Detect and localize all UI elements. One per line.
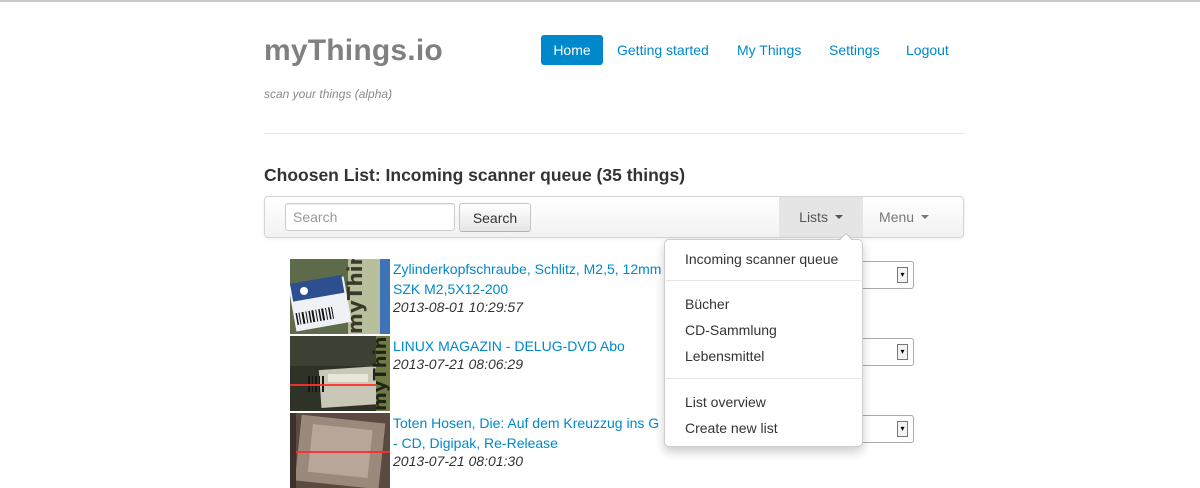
dropdown-item-list-overview[interactable]: List overview xyxy=(685,392,766,412)
dropdown-item-buecher[interactable]: Bücher xyxy=(685,294,729,314)
thumbnail-watermark: myThing xyxy=(370,336,390,411)
lists-dropdown-toggle[interactable]: Lists xyxy=(779,197,863,237)
dropdown-item-create-new-list[interactable]: Create new list xyxy=(685,418,778,438)
item-timestamp: 2013-08-01 10:29:57 xyxy=(393,299,523,315)
item-list-select[interactable]: ▾ xyxy=(858,415,914,443)
caret-down-icon xyxy=(920,215,929,220)
item-list-select[interactable]: ▾ xyxy=(858,338,914,366)
item-title-line: Toten Hosen, Die: Auf dem Kreuzzug ins G xyxy=(393,415,660,431)
item-thumbnail[interactable]: myThing xyxy=(290,259,390,334)
item-title-line: - CD, Digipak, Re-Release xyxy=(393,435,558,451)
brand-tagline: scan your things (alpha) xyxy=(264,87,393,101)
item-title-link[interactable]: Zylinderkopfschraube, Schlitz, M2,5, 12m… xyxy=(393,259,663,299)
search-button[interactable]: Search xyxy=(459,203,531,232)
item-thumbnail[interactable]: myThing xyxy=(290,336,390,411)
nav-my-things[interactable]: My Things xyxy=(737,35,801,65)
item-timestamp: 2013-07-21 08:06:29 xyxy=(393,356,523,372)
dropdown-item-lebensmittel[interactable]: Lebensmittel xyxy=(685,346,764,366)
item-title-link[interactable]: Toten Hosen, Die: Auf dem Kreuzzug ins G… xyxy=(393,413,663,453)
dropdown-divider xyxy=(666,280,861,281)
item-thumbnail[interactable] xyxy=(290,413,390,488)
dropdown-item-cd-sammlung[interactable]: CD-Sammlung xyxy=(685,320,777,340)
nav-settings[interactable]: Settings xyxy=(829,35,880,65)
brand-title[interactable]: myThings.io xyxy=(264,34,443,68)
header-divider xyxy=(264,133,964,134)
nav-home[interactable]: Home xyxy=(541,35,603,65)
window-top-border xyxy=(0,0,1200,2)
dropdown-divider xyxy=(666,378,861,379)
list-toolbar: Search Lists Menu xyxy=(264,196,964,238)
page-title: Choosen List: Incoming scanner queue (35… xyxy=(264,165,686,185)
select-arrow-icon: ▾ xyxy=(897,267,908,283)
dropdown-item-incoming-scanner-queue[interactable]: Incoming scanner queue xyxy=(685,249,838,269)
select-arrow-icon: ▾ xyxy=(897,421,908,437)
item-title-link[interactable]: LINUX MAGAZIN - DELUG-DVD Abo xyxy=(393,336,663,356)
item-list-select[interactable]: ▾ xyxy=(858,261,914,289)
nav-getting-started[interactable]: Getting started xyxy=(617,35,709,65)
nav-logout[interactable]: Logout xyxy=(906,35,949,65)
item-timestamp: 2013-07-21 08:01:30 xyxy=(393,453,523,469)
select-arrow-icon: ▾ xyxy=(897,344,908,360)
thumbnail-watermark: myThing xyxy=(343,259,367,334)
menu-dropdown-toggle[interactable]: Menu xyxy=(863,197,945,237)
item-title-line: SZK M2,5X12-200 xyxy=(393,281,509,297)
item-title-line: Zylinderkopfschraube, Schlitz, M2,5, 12m… xyxy=(393,261,662,277)
menu-label: Menu xyxy=(879,209,915,225)
lists-label: Lists xyxy=(799,209,828,225)
search-input[interactable] xyxy=(285,203,455,231)
caret-down-icon xyxy=(834,215,843,220)
lists-dropdown-menu: Incoming scanner queue Bücher CD-Sammlun… xyxy=(664,233,863,447)
item-title-line: LINUX MAGAZIN - DELUG-DVD Abo xyxy=(393,338,625,354)
